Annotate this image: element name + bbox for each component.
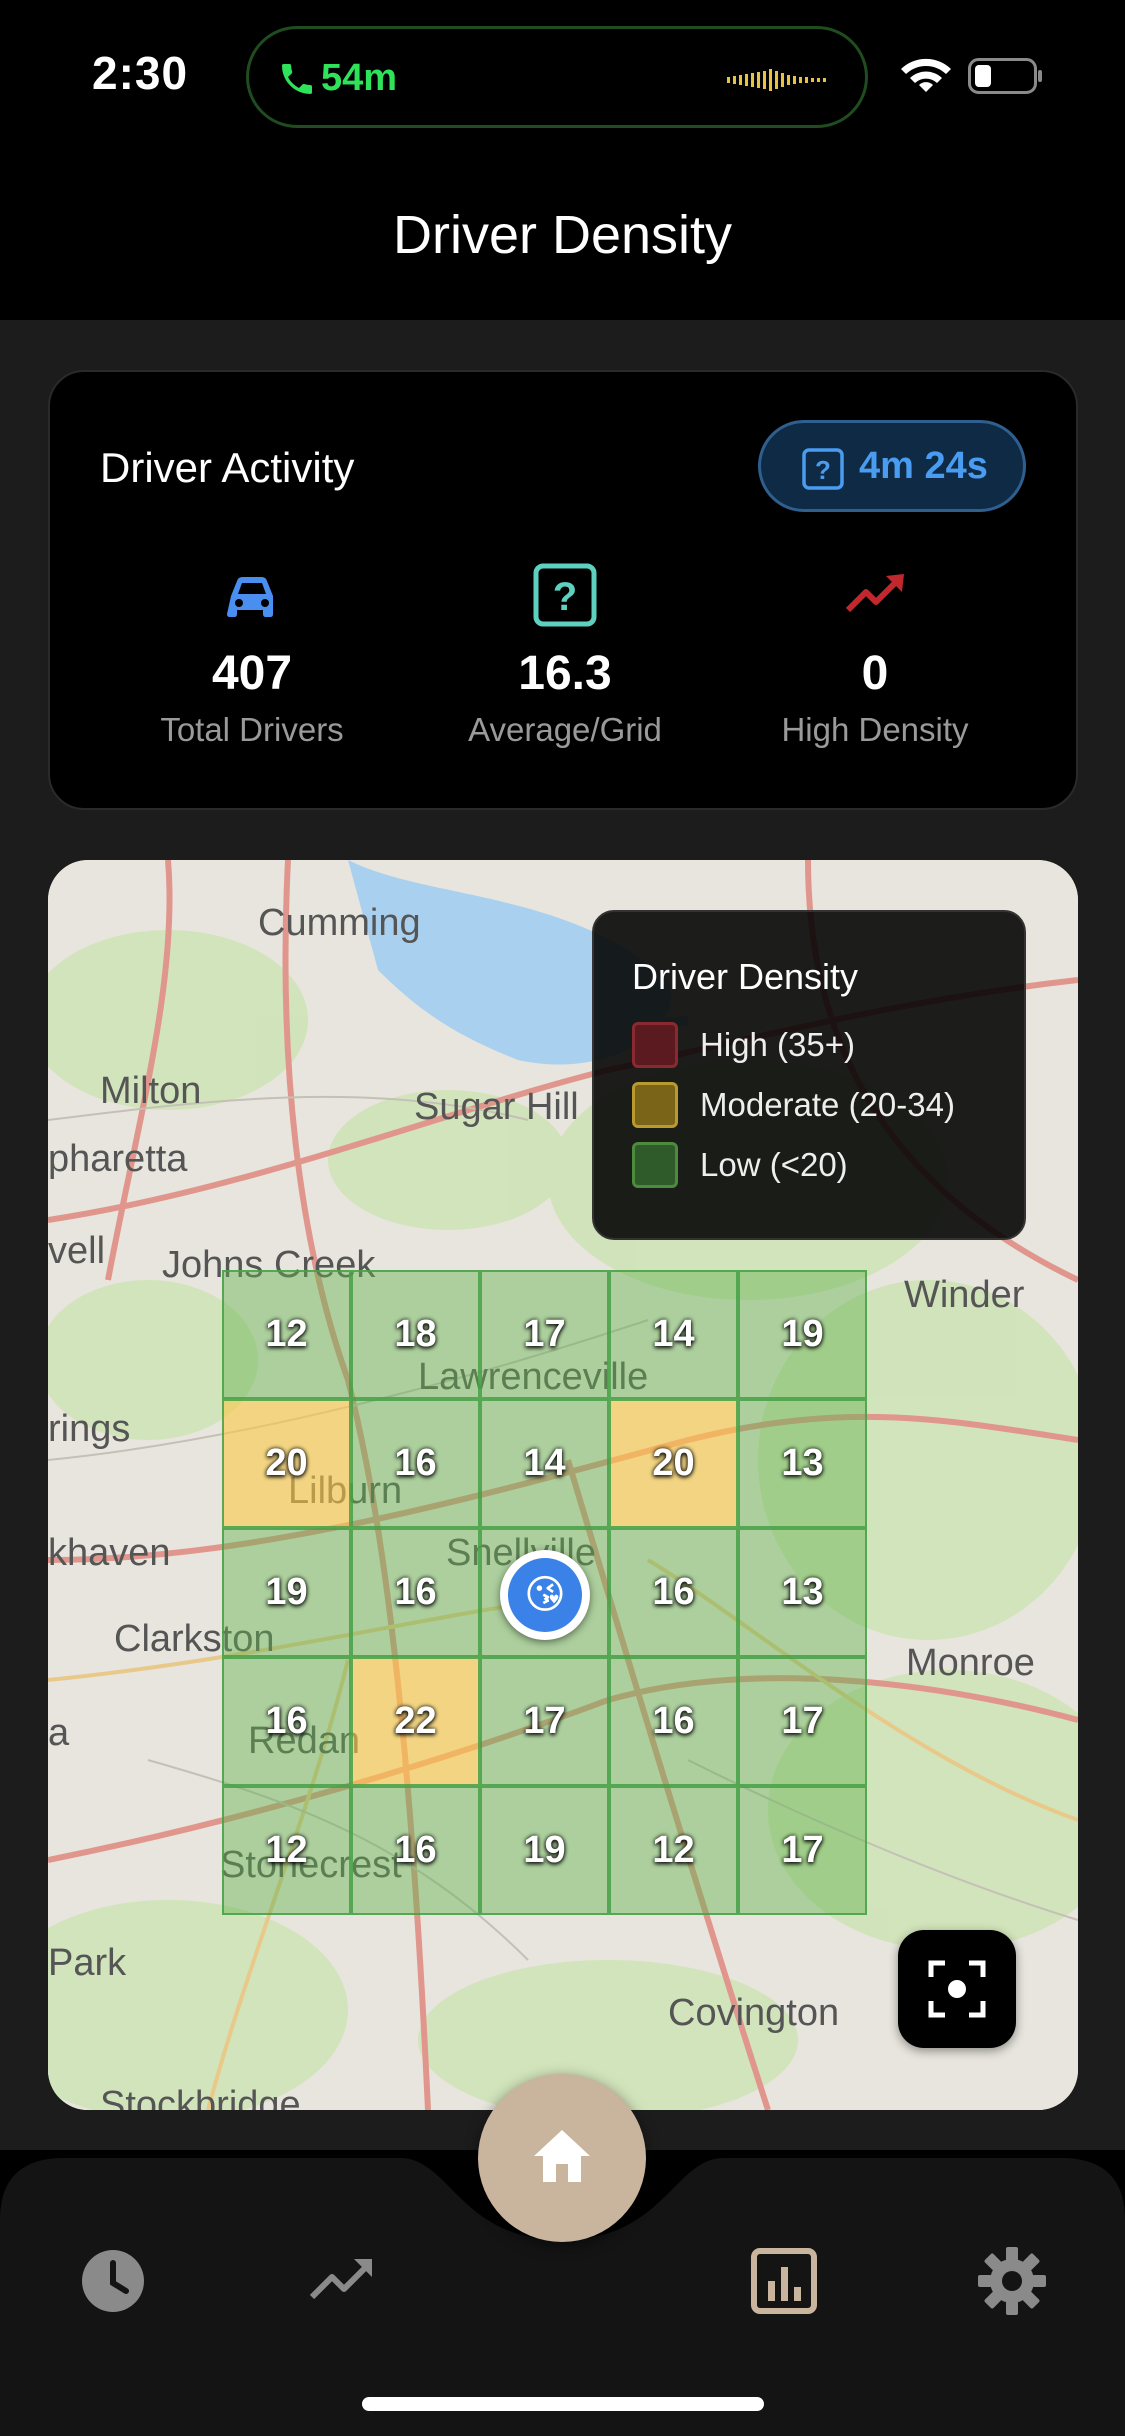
grid-cell[interactable]: 16 (351, 1786, 480, 1915)
grid-cell[interactable]: 16 (609, 1657, 738, 1786)
legend-swatch (632, 1022, 678, 1068)
grid-cell[interactable]: 20 (222, 1399, 351, 1528)
legend-label: Moderate (20-34) (700, 1086, 955, 1123)
svg-text:?: ? (553, 575, 577, 619)
map-label: Stockbridge (100, 2084, 301, 2110)
svg-text:?: ? (815, 455, 831, 485)
history-icon[interactable] (77, 2245, 149, 2317)
grid-cell[interactable]: 20 (609, 1399, 738, 1528)
grid-cell[interactable]: 16 (609, 1528, 738, 1657)
status-bar: 2:30 54m (0, 0, 1125, 150)
refresh-timer-pill[interactable]: ? 4m 24s (758, 420, 1026, 512)
legend-swatch (632, 1142, 678, 1188)
battery-icon (968, 58, 1042, 94)
page-title: Driver Density (392, 205, 733, 265)
grid-cell[interactable]: 14 (609, 1270, 738, 1399)
map-label: Monroe (906, 1642, 1035, 1684)
legend-item-high: High (35+) (632, 1022, 855, 1068)
density-legend: Driver Density High (35+) Moderate (20-3… (592, 910, 1026, 1240)
stat-value: 407 (211, 647, 293, 700)
grid-cell[interactable]: 17 (738, 1786, 867, 1915)
stat-label: Total Drivers (160, 711, 344, 748)
grid-cell[interactable]: 17 (480, 1270, 609, 1399)
legend-swatch (632, 1082, 678, 1128)
stat-high-density: 0 High Density (720, 562, 1030, 749)
grid-cell[interactable]: 14 (480, 1399, 609, 1528)
timer-text: 4m 24s (859, 445, 988, 487)
bar-chart-icon[interactable] (748, 2245, 820, 2317)
activity-title: Driver Activity (100, 444, 355, 491)
wifi-icon (901, 58, 951, 92)
stat-label: High Density (781, 711, 969, 748)
legend-label: Low (<20) (700, 1146, 848, 1183)
grid-cell[interactable]: 19 (480, 1786, 609, 1915)
home-icon (534, 2130, 590, 2182)
grid-cell[interactable]: 17 (738, 1657, 867, 1786)
legend-title: Driver Density (632, 956, 859, 997)
map-label: Covington (668, 1992, 840, 2034)
home-indicator (362, 2397, 764, 2411)
grid-cell[interactable]: 12 (222, 1270, 351, 1399)
center-focus-icon (928, 1960, 986, 2018)
legend-item-moderate: Moderate (20-34) (632, 1082, 955, 1128)
grid-cell[interactable]: 16 (351, 1399, 480, 1528)
grid-cell[interactable]: 19 (738, 1270, 867, 1399)
map-label: Winder (904, 1274, 1025, 1316)
help-box-icon: ? (802, 448, 844, 490)
recenter-map-button[interactable] (898, 1930, 1016, 2048)
density-map[interactable]: Cumming Milton Sugar Hill pharetta vell … (48, 860, 1078, 2110)
grid-cell[interactable]: 13 (738, 1528, 867, 1657)
legend-label: High (35+) (700, 1026, 855, 1063)
map-label: vell (48, 1230, 106, 1272)
grid-cell[interactable]: 17 (480, 1657, 609, 1786)
trending-up-icon[interactable] (306, 2245, 378, 2317)
grid-cell[interactable]: 19 (222, 1528, 351, 1657)
stat-value: 16.3 (518, 647, 612, 700)
trending-up-icon (845, 574, 904, 613)
grid-cell[interactable]: 12 (609, 1786, 738, 1915)
stat-average-grid: ? 16.3 Average/Grid (410, 562, 720, 749)
grid-cell[interactable]: 16 (222, 1657, 351, 1786)
call-duration: 54m (321, 57, 398, 99)
grid-cell[interactable]: 18 (351, 1270, 480, 1399)
map-label: Park (48, 1942, 127, 1984)
active-call-pill[interactable]: 54m (246, 26, 868, 128)
app-header: Driver Density (0, 150, 1125, 320)
map-label: Sugar Hill (414, 1086, 579, 1128)
grid-cell[interactable]: 13 (738, 1399, 867, 1528)
map-label: rings (48, 1408, 131, 1450)
settings-icon[interactable] (976, 2245, 1048, 2317)
grid-cell[interactable]: 16 (351, 1528, 480, 1657)
driver-activity-card: Driver Activity ? 4m 24s 407 Total Drive… (48, 370, 1078, 810)
map-label: Milton (100, 1070, 202, 1112)
stat-value: 0 (861, 647, 889, 700)
grid-cell[interactable]: 12 (222, 1786, 351, 1915)
stat-label: Average/Grid (468, 711, 662, 748)
map-label: a (48, 1712, 70, 1754)
audio-waveform-icon (727, 69, 826, 91)
phone-icon (282, 64, 312, 94)
help-box-icon: ? (533, 563, 597, 627)
grid-cell[interactable]: 22 (351, 1657, 480, 1786)
home-button[interactable] (478, 2074, 646, 2242)
user-avatar-emoji: 😘 (508, 1558, 582, 1632)
map-label: Cumming (258, 902, 421, 944)
map-label: khaven (48, 1532, 171, 1574)
stat-total-drivers: 407 Total Drivers (97, 562, 407, 749)
user-location-marker[interactable]: 😘 (500, 1550, 590, 1640)
map-label: pharetta (48, 1138, 188, 1180)
car-icon (227, 577, 273, 617)
legend-item-low: Low (<20) (632, 1142, 848, 1188)
status-time: 2:30 (92, 47, 189, 99)
